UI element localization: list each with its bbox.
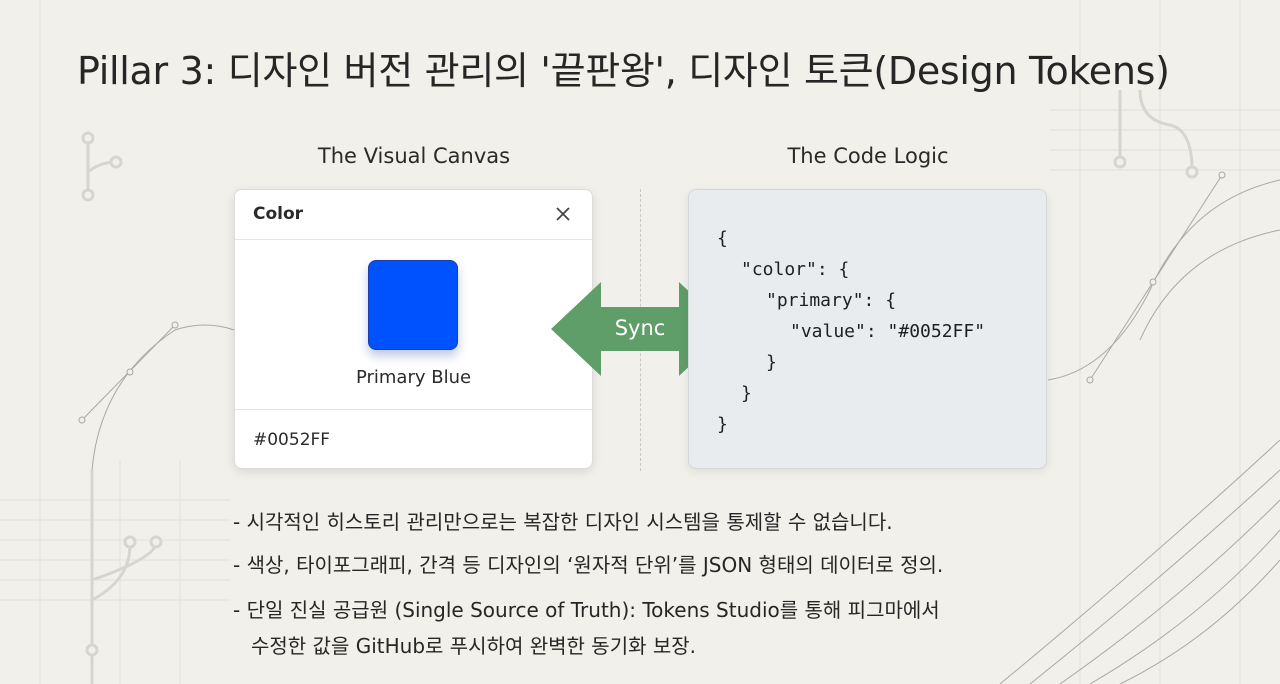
code-logic-label: The Code Logic <box>787 144 949 168</box>
visual-canvas-label: The Visual Canvas <box>317 144 511 168</box>
bullet-item: 수정한 값을 GitHub로 푸시하여 완벽한 동기화 보장. <box>251 634 697 658</box>
color-panel-title: Color <box>253 204 304 224</box>
color-swatch[interactable] <box>368 260 458 350</box>
color-panel-header: Color <box>235 190 592 240</box>
code-block: { "color": { "primary": { "value": "#005… <box>688 189 1047 469</box>
hex-value: #0052FF <box>253 430 331 450</box>
code-line: } <box>741 383 752 404</box>
color-panel: Color Primary Blue #0052FF <box>234 189 593 469</box>
swatch-name: Primary Blue <box>355 367 472 388</box>
code-line: "value": "#0052FF" <box>790 321 986 342</box>
bullet-item: - 시각적인 히스토리 관리만으로는 복잡한 디자인 시스템을 통제할 수 없습… <box>233 510 893 534</box>
code-line: "color": { <box>741 259 850 280</box>
code-line: } <box>766 352 777 373</box>
bullet-item: - 색상, 타이포그래피, 간격 등 디자인의 ‘원자적 단위’를 JSON 형… <box>233 553 944 577</box>
code-line: } <box>717 414 728 435</box>
code-line: { <box>717 228 728 249</box>
hex-field[interactable]: #0052FF <box>235 409 592 468</box>
bullet-item: - 단일 진실 공급원 (Single Source of Truth): To… <box>233 598 940 622</box>
code-line: "primary": { <box>766 290 897 311</box>
close-icon[interactable] <box>554 205 572 223</box>
page-title: Pillar 3: 디자인 버전 관리의 '끝판왕', 디자인 토큰(Desig… <box>77 49 1170 93</box>
